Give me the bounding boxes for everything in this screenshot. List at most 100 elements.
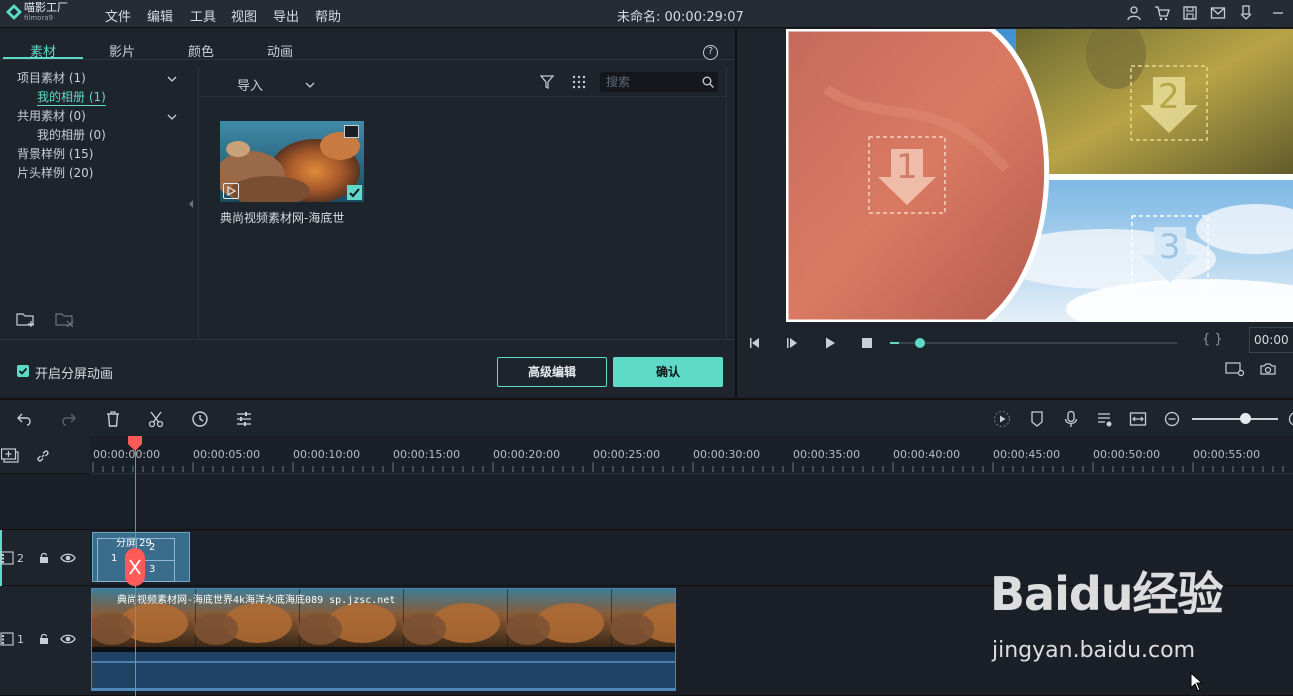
help-icon[interactable]: ? (703, 45, 718, 60)
prev-frame-icon[interactable] (747, 335, 763, 351)
mark-in-out-icon[interactable]: { } (1202, 332, 1223, 347)
timeline-ruler[interactable]: 00:00:00:00 00:00:05:00 00:00:10:00 00:00:1… (90, 436, 1293, 474)
lock-icon[interactable] (38, 552, 50, 564)
stop-icon[interactable] (859, 335, 875, 351)
preview-progress-knob[interactable] (914, 338, 925, 348)
mouse-cursor-icon (1190, 671, 1204, 692)
marker-icon[interactable] (1028, 410, 1046, 428)
search-input[interactable] (606, 74, 696, 90)
menu-export[interactable]: 导出 (273, 6, 299, 25)
save-icon[interactable] (1182, 5, 1198, 21)
menu-view[interactable]: 视图 (231, 6, 257, 25)
speed-clock-icon[interactable] (191, 410, 209, 428)
audio-mixer-icon[interactable] (1096, 410, 1114, 428)
cut-icon[interactable] (147, 410, 165, 428)
menu-file[interactable]: 文件 (105, 6, 131, 25)
link-icon[interactable] (35, 448, 51, 464)
eye-icon[interactable] (60, 551, 76, 565)
advanced-edit-button[interactable]: 高级编辑 (497, 357, 607, 387)
snapshot-icon[interactable] (1260, 361, 1276, 377)
ruler-label: 00:00:45:00 (993, 448, 1061, 461)
film-strip-icon (344, 125, 359, 138)
app-logo-icon (6, 4, 22, 20)
video-track-icon (0, 632, 14, 646)
delete-icon[interactable] (104, 410, 122, 428)
empty-track-area[interactable] (90, 474, 1293, 530)
collapse-arrow-icon[interactable] (188, 197, 194, 208)
fit-timeline-icon[interactable] (1129, 410, 1147, 428)
render-preview-icon[interactable] (993, 410, 1011, 428)
split-animation-checkbox[interactable] (17, 365, 29, 377)
track-2-header: 2 (0, 530, 90, 586)
preview-progress-track[interactable] (890, 338, 1177, 348)
play-icon[interactable] (822, 335, 838, 351)
menu-tools[interactable]: 工具 (190, 6, 216, 25)
eye-icon[interactable] (60, 632, 76, 646)
tree-intro-samples[interactable]: 片头样例 (20) (17, 164, 93, 181)
tree-project-media[interactable]: 项目素材 (1) (17, 69, 86, 86)
ruler-label: 00:00:35:00 (793, 448, 861, 461)
media-thumbnail[interactable] (220, 121, 364, 202)
video-clip[interactable]: 典尚视频素材网-海底世界4k海洋水底海底089 sp.jzsc.net (91, 588, 676, 691)
ruler-label: 00:00:40:00 (893, 448, 961, 461)
preview-timecode: 00:00 (1249, 327, 1293, 353)
tab-divider (0, 59, 735, 60)
zoom-slider[interactable] (1192, 413, 1278, 424)
menu-help[interactable]: 帮助 (315, 6, 341, 25)
zone-number-2: 2 (1158, 77, 1180, 117)
zoom-out-icon[interactable] (1163, 410, 1181, 428)
account-icon[interactable] (1126, 5, 1142, 21)
empty-track-header (0, 474, 90, 530)
ruler-label: 00:00:30:00 (693, 448, 761, 461)
undo-icon[interactable] (16, 410, 34, 428)
tree-shared-media[interactable]: 共用素材 (0) (17, 107, 86, 124)
delete-folder-icon[interactable] (55, 311, 75, 328)
menu-edit[interactable]: 编辑 (147, 6, 173, 25)
added-check-icon (347, 185, 362, 200)
split-cell-3: 3 (149, 564, 156, 575)
tab-animation[interactable]: 动画 (267, 41, 293, 60)
grid-view-icon[interactable] (572, 75, 586, 89)
app-logo-name: 喵影工厂 (24, 1, 68, 14)
tab-color[interactable]: 颜色 (188, 41, 214, 60)
next-frame-icon[interactable] (784, 335, 800, 351)
watermark-url: jingyan.baidu.com (992, 638, 1196, 663)
chevron-down-icon[interactable] (167, 72, 177, 82)
tree-my-album-0[interactable]: 我的相册 (0) (37, 126, 106, 143)
add-track-icon[interactable] (0, 448, 21, 464)
new-folder-icon[interactable] (16, 311, 36, 327)
zoom-in-icon[interactable] (1287, 410, 1293, 428)
tree-background-samples[interactable]: 背景样例 (15) (17, 145, 93, 162)
ruler-label: 00:00:10:00 (293, 448, 361, 461)
split-cell-2: 2 (149, 542, 156, 553)
playhead-scissors-icon[interactable] (124, 547, 146, 587)
filter-icon[interactable] (539, 75, 555, 89)
ruler-label: 00:00:15:00 (393, 448, 461, 461)
redo-icon[interactable] (59, 410, 77, 428)
confirm-button[interactable]: 确认 (613, 357, 723, 387)
tree-my-album-1[interactable]: 我的相册 (1) (37, 88, 106, 106)
split-screen-preview[interactable]: 1 2 3 (786, 29, 1293, 322)
tab-movies[interactable]: 影片 (109, 41, 135, 60)
app-logo-sub: filmora9 (24, 14, 54, 22)
cart-icon[interactable] (1154, 5, 1170, 21)
adjust-icon[interactable] (235, 410, 253, 428)
voiceover-mic-icon[interactable] (1062, 410, 1080, 428)
render-settings-icon[interactable] (1225, 361, 1245, 377)
search-icon[interactable] (702, 76, 714, 88)
zoom-slider-knob[interactable] (1240, 413, 1252, 424)
minimize-icon[interactable] (1270, 5, 1286, 21)
download-icon[interactable] (1238, 5, 1254, 21)
lock-icon[interactable] (38, 633, 50, 645)
playhead-handle-icon[interactable] (127, 436, 143, 452)
preview-progress-fill (890, 342, 899, 344)
import-dropdown[interactable]: 导入 (237, 75, 263, 94)
mail-icon[interactable] (1210, 5, 1226, 21)
split-animation-label: 开启分屏动画 (35, 367, 114, 382)
media-library-panel: 素材 影片 颜色 动画 ? 项目素材 (1) 我的相册 (1) 共用素材 (0)… (0, 29, 735, 397)
chevron-down-icon[interactable] (167, 110, 177, 120)
watermark-brand: Baidu经验 (990, 567, 1224, 621)
preview-panel: 1 2 3 { } 00:00 (737, 29, 1293, 397)
chevron-down-icon[interactable] (305, 78, 315, 88)
search-box (600, 72, 718, 92)
